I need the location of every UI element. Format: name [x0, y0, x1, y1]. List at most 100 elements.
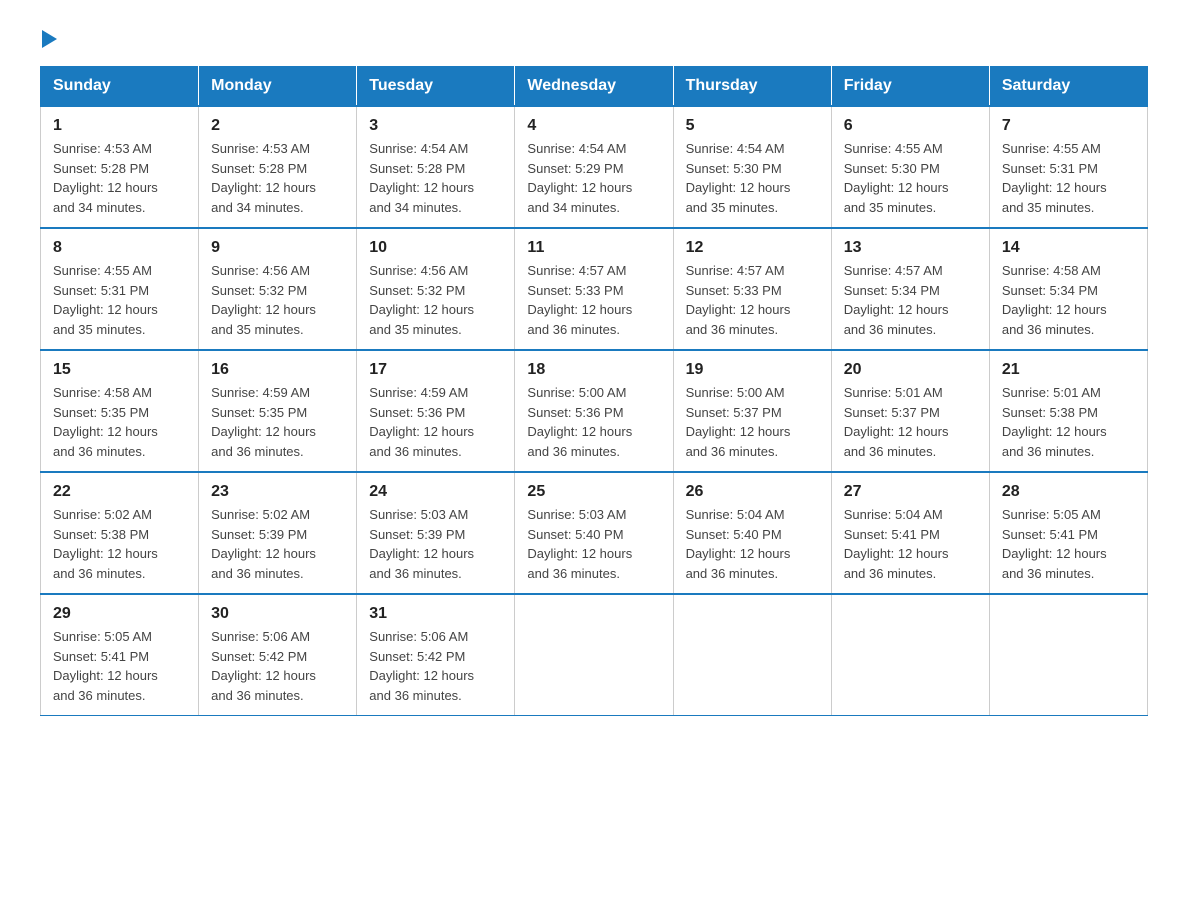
calendar-day-cell: 1 Sunrise: 4:53 AMSunset: 5:28 PMDaylight…	[41, 106, 199, 228]
day-number: 27	[844, 483, 977, 501]
day-number: 5	[686, 117, 819, 135]
day-info: Sunrise: 4:55 AMSunset: 5:31 PMDaylight:…	[53, 261, 186, 339]
day-number: 15	[53, 361, 186, 379]
calendar-day-cell: 4 Sunrise: 4:54 AMSunset: 5:29 PMDaylight…	[515, 106, 673, 228]
logo-arrow-icon	[42, 30, 57, 48]
calendar-day-cell: 29Sunrise: 5:05 AMSunset: 5:41 PMDayligh…	[41, 594, 199, 716]
day-info: Sunrise: 5:04 AMSunset: 5:41 PMDaylight:…	[844, 505, 977, 583]
header-wednesday: Wednesday	[515, 67, 673, 107]
day-info: Sunrise: 5:02 AMSunset: 5:38 PMDaylight:…	[53, 505, 186, 583]
header-tuesday: Tuesday	[357, 67, 515, 107]
calendar-day-cell: 28 Sunrise: 5:05 AMSunset: 5:41 PMDayligh…	[989, 472, 1147, 594]
calendar-day-cell: 7 Sunrise: 4:55 AMSunset: 5:31 PMDaylight…	[989, 106, 1147, 228]
day-number: 2	[211, 117, 344, 135]
calendar-day-cell: 31 Sunrise: 5:06 AMSunset: 5:42 PMDayligh…	[357, 594, 515, 716]
calendar-day-cell: 16 Sunrise: 4:59 AMSunset: 5:35 PMDayligh…	[199, 350, 357, 472]
day-info: Sunrise: 5:00 AMSunset: 5:36 PMDaylight:…	[527, 383, 660, 461]
calendar-day-cell: 21 Sunrise: 5:01 AMSunset: 5:38 PMDayligh…	[989, 350, 1147, 472]
calendar-day-cell: 15Sunrise: 4:58 AMSunset: 5:35 PMDayligh…	[41, 350, 199, 472]
calendar-day-cell: 8 Sunrise: 4:55 AMSunset: 5:31 PMDaylight…	[41, 228, 199, 350]
calendar-day-cell: 11 Sunrise: 4:57 AMSunset: 5:33 PMDayligh…	[515, 228, 673, 350]
day-number: 1	[53, 117, 186, 135]
calendar-day-cell	[989, 594, 1147, 716]
calendar-day-cell: 26Sunrise: 5:04 AMSunset: 5:40 PMDayligh…	[673, 472, 831, 594]
day-info: Sunrise: 5:00 AMSunset: 5:37 PMDaylight:…	[686, 383, 819, 461]
day-info: Sunrise: 4:58 AMSunset: 5:34 PMDaylight:…	[1002, 261, 1135, 339]
calendar-day-cell: 30Sunrise: 5:06 AMSunset: 5:42 PMDayligh…	[199, 594, 357, 716]
header-thursday: Thursday	[673, 67, 831, 107]
day-number: 6	[844, 117, 977, 135]
day-info: Sunrise: 4:56 AMSunset: 5:32 PMDaylight:…	[369, 261, 502, 339]
day-number: 19	[686, 361, 819, 379]
day-number: 12	[686, 239, 819, 257]
day-number: 31	[369, 605, 502, 623]
day-number: 7	[1002, 117, 1135, 135]
day-number: 20	[844, 361, 977, 379]
calendar-day-cell: 5 Sunrise: 4:54 AMSunset: 5:30 PMDaylight…	[673, 106, 831, 228]
day-info: Sunrise: 4:59 AMSunset: 5:36 PMDaylight:…	[369, 383, 502, 461]
day-info: Sunrise: 4:54 AMSunset: 5:29 PMDaylight:…	[527, 139, 660, 217]
calendar-day-cell: 14 Sunrise: 4:58 AMSunset: 5:34 PMDayligh…	[989, 228, 1147, 350]
day-number: 8	[53, 239, 186, 257]
day-number: 24	[369, 483, 502, 501]
calendar-day-cell: 22 Sunrise: 5:02 AMSunset: 5:38 PMDayligh…	[41, 472, 199, 594]
calendar-week-row: 22 Sunrise: 5:02 AMSunset: 5:38 PMDayligh…	[41, 472, 1148, 594]
day-info: Sunrise: 4:56 AMSunset: 5:32 PMDaylight:…	[211, 261, 344, 339]
calendar-day-cell: 9 Sunrise: 4:56 AMSunset: 5:32 PMDaylight…	[199, 228, 357, 350]
day-info: Sunrise: 5:06 AMSunset: 5:42 PMDaylight:…	[369, 627, 502, 705]
calendar-day-cell	[673, 594, 831, 716]
calendar-week-row: 15Sunrise: 4:58 AMSunset: 5:35 PMDayligh…	[41, 350, 1148, 472]
calendar-day-cell: 19 Sunrise: 5:00 AMSunset: 5:37 PMDayligh…	[673, 350, 831, 472]
calendar-day-cell: 6 Sunrise: 4:55 AMSunset: 5:30 PMDaylight…	[831, 106, 989, 228]
day-info: Sunrise: 4:53 AMSunset: 5:28 PMDaylight:…	[53, 139, 186, 217]
header-friday: Friday	[831, 67, 989, 107]
calendar-day-cell: 27 Sunrise: 5:04 AMSunset: 5:41 PMDayligh…	[831, 472, 989, 594]
day-info: Sunrise: 4:55 AMSunset: 5:31 PMDaylight:…	[1002, 139, 1135, 217]
day-info: Sunrise: 4:53 AMSunset: 5:28 PMDaylight:…	[211, 139, 344, 217]
day-number: 4	[527, 117, 660, 135]
day-number: 21	[1002, 361, 1135, 379]
calendar-week-row: 8 Sunrise: 4:55 AMSunset: 5:31 PMDaylight…	[41, 228, 1148, 350]
day-info: Sunrise: 5:05 AMSunset: 5:41 PMDaylight:…	[53, 627, 186, 705]
calendar-day-cell: 25 Sunrise: 5:03 AMSunset: 5:40 PMDayligh…	[515, 472, 673, 594]
calendar-day-cell: 20 Sunrise: 5:01 AMSunset: 5:37 PMDayligh…	[831, 350, 989, 472]
header-monday: Monday	[199, 67, 357, 107]
day-number: 18	[527, 361, 660, 379]
day-number: 10	[369, 239, 502, 257]
day-number: 13	[844, 239, 977, 257]
day-number: 28	[1002, 483, 1135, 501]
day-number: 25	[527, 483, 660, 501]
day-number: 26	[686, 483, 819, 501]
day-number: 30	[211, 605, 344, 623]
day-info: Sunrise: 5:01 AMSunset: 5:37 PMDaylight:…	[844, 383, 977, 461]
day-info: Sunrise: 4:54 AMSunset: 5:30 PMDaylight:…	[686, 139, 819, 217]
day-info: Sunrise: 5:02 AMSunset: 5:39 PMDaylight:…	[211, 505, 344, 583]
day-info: Sunrise: 4:57 AMSunset: 5:33 PMDaylight:…	[686, 261, 819, 339]
day-number: 9	[211, 239, 344, 257]
calendar-day-cell: 24 Sunrise: 5:03 AMSunset: 5:39 PMDayligh…	[357, 472, 515, 594]
day-number: 23	[211, 483, 344, 501]
day-headers-row: Sunday Monday Tuesday Wednesday Thursday…	[41, 67, 1148, 107]
day-number: 17	[369, 361, 502, 379]
day-info: Sunrise: 4:59 AMSunset: 5:35 PMDaylight:…	[211, 383, 344, 461]
header-saturday: Saturday	[989, 67, 1147, 107]
calendar-day-cell: 23 Sunrise: 5:02 AMSunset: 5:39 PMDayligh…	[199, 472, 357, 594]
day-info: Sunrise: 5:03 AMSunset: 5:40 PMDaylight:…	[527, 505, 660, 583]
day-info: Sunrise: 5:05 AMSunset: 5:41 PMDaylight:…	[1002, 505, 1135, 583]
calendar-day-cell: 10 Sunrise: 4:56 AMSunset: 5:32 PMDayligh…	[357, 228, 515, 350]
calendar-table: Sunday Monday Tuesday Wednesday Thursday…	[40, 66, 1148, 716]
day-info: Sunrise: 4:57 AMSunset: 5:33 PMDaylight:…	[527, 261, 660, 339]
calendar-day-cell: 18 Sunrise: 5:00 AMSunset: 5:36 PMDayligh…	[515, 350, 673, 472]
calendar-day-cell: 17 Sunrise: 4:59 AMSunset: 5:36 PMDayligh…	[357, 350, 515, 472]
day-info: Sunrise: 5:03 AMSunset: 5:39 PMDaylight:…	[369, 505, 502, 583]
calendar-week-row: 29Sunrise: 5:05 AMSunset: 5:41 PMDayligh…	[41, 594, 1148, 716]
calendar-day-cell: 3Sunrise: 4:54 AMSunset: 5:28 PMDaylight…	[357, 106, 515, 228]
day-info: Sunrise: 4:55 AMSunset: 5:30 PMDaylight:…	[844, 139, 977, 217]
day-number: 16	[211, 361, 344, 379]
day-number: 22	[53, 483, 186, 501]
day-number: 14	[1002, 239, 1135, 257]
day-number: 11	[527, 239, 660, 257]
day-number: 3	[369, 117, 502, 135]
day-info: Sunrise: 5:01 AMSunset: 5:38 PMDaylight:…	[1002, 383, 1135, 461]
day-info: Sunrise: 4:57 AMSunset: 5:34 PMDaylight:…	[844, 261, 977, 339]
